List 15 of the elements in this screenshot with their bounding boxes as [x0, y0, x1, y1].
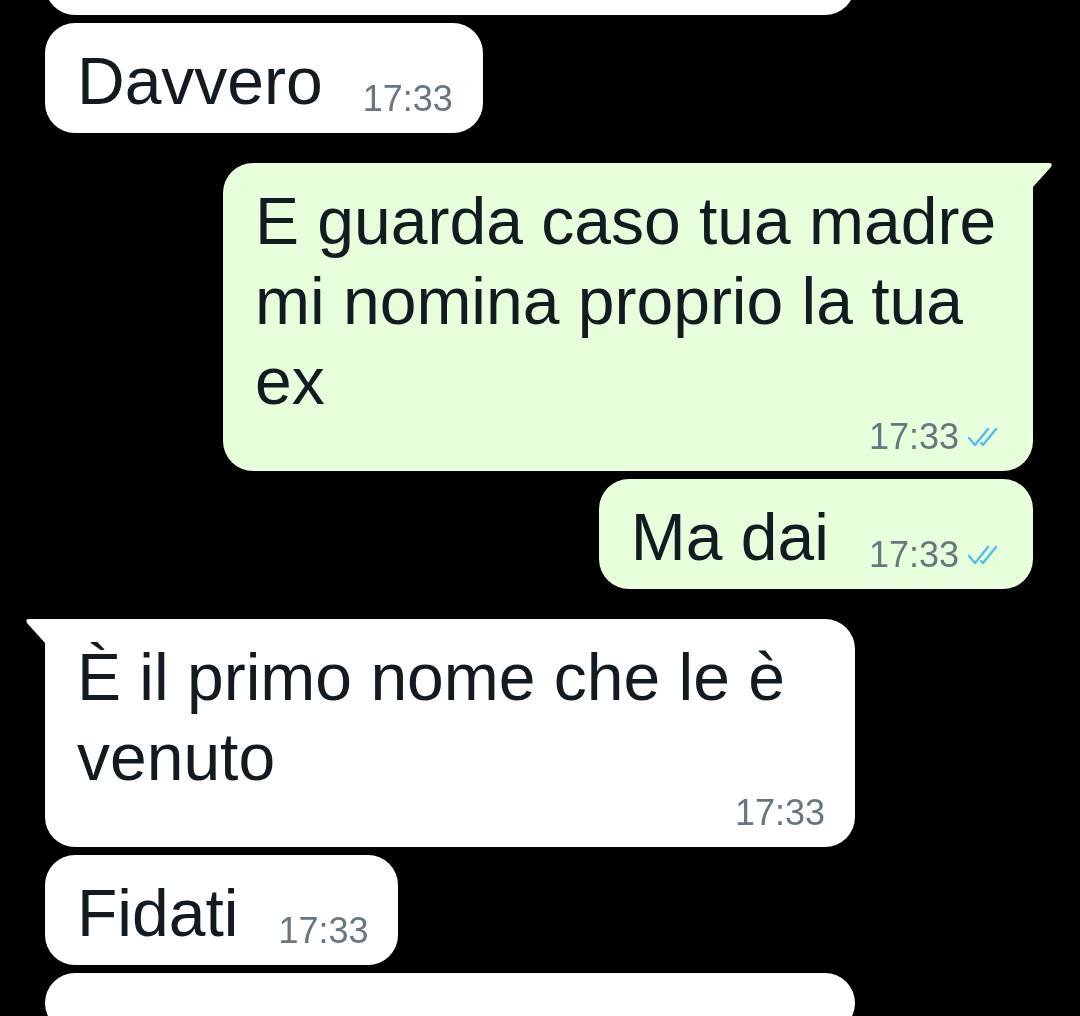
message-text: E guarda caso tua madre mi nomina proprio la tua ex [255, 183, 998, 420]
message-text: Ma dai [630, 499, 829, 576]
message-text: Davvero [77, 43, 323, 120]
message-time: 17:33 [362, 79, 453, 119]
message-time: 17:33 [734, 793, 825, 833]
message-text: Fidati [77, 875, 239, 952]
message-text: È il primo nome che le è venuto [77, 639, 786, 796]
message-time: 17:33 [278, 911, 369, 951]
message-bubble[interactable]: È il primo nome che le è venuto 17:33 [45, 619, 855, 847]
message-time: 17:33 [868, 535, 959, 575]
message-bubble[interactable]: Ma dai 17:33 [598, 479, 1033, 589]
message-time: 17:33 [868, 417, 959, 457]
message-bubble[interactable]: Fidati 17:33 [45, 855, 399, 965]
message-bubble[interactable]: Davvero 17:33 [45, 23, 483, 133]
message-bubble[interactable]: E guarda caso tua madre mi nomina proprio la tua ex 17:33 [223, 163, 1033, 471]
